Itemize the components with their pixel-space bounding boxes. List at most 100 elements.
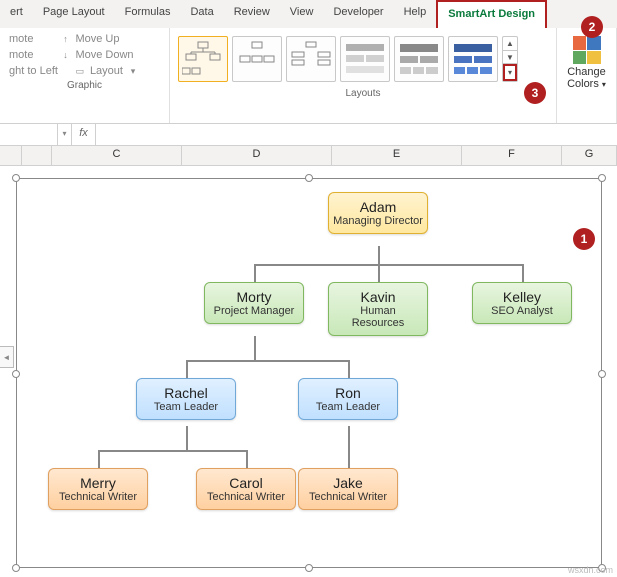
ribbon-tabs: ert Page Layout Formulas Data Review Vie…	[0, 0, 617, 28]
node-role: Human Resources	[333, 305, 423, 329]
demote-button[interactable]: mote	[6, 48, 36, 62]
connector	[246, 450, 248, 468]
arrow-up-icon: ↑	[59, 33, 71, 45]
layout-thumb-1[interactable]	[178, 36, 228, 82]
node-name: Rachel	[141, 385, 231, 401]
connector	[186, 360, 188, 378]
col-header-b[interactable]	[22, 146, 52, 165]
connector	[98, 450, 100, 468]
gallery-scroll-up[interactable]: ▲	[503, 37, 517, 51]
ribbon-group-colors: Change Colors ▾	[557, 28, 617, 123]
name-box[interactable]	[0, 124, 58, 145]
layout-thumb-4[interactable]	[340, 36, 390, 82]
node-name: Kelley	[477, 289, 567, 305]
tab-formulas[interactable]: Formulas	[115, 0, 181, 28]
node-name: Merry	[53, 475, 143, 491]
node-ron[interactable]: Ron Team Leader	[298, 378, 398, 420]
annotation-3: 3	[524, 82, 546, 104]
tab-help[interactable]: Help	[394, 0, 437, 28]
node-role: Team Leader	[303, 401, 393, 413]
layout-thumb-3[interactable]	[286, 36, 336, 82]
node-name: Morty	[209, 289, 299, 305]
chevron-down-icon: ▾	[127, 65, 139, 77]
node-name: Ron	[303, 385, 393, 401]
col-header-d[interactable]: D	[182, 146, 332, 165]
tab-review[interactable]: Review	[224, 0, 280, 28]
node-kavin[interactable]: Kavin Human Resources	[328, 282, 428, 336]
layout-button[interactable]: ▭Layout▾	[71, 64, 142, 78]
layouts-gallery: ▲ ▼ ▾	[176, 32, 550, 86]
node-role: Project Manager	[209, 305, 299, 317]
connector	[186, 360, 350, 362]
node-name: Kavin	[333, 289, 423, 305]
connector	[254, 336, 256, 360]
connector	[186, 426, 188, 450]
ribbon-body: mote ↑Move Up mote ↓Move Down ght to Lef…	[0, 28, 617, 124]
node-role: Technical Writer	[53, 491, 143, 503]
node-kelley[interactable]: Kelley SEO Analyst	[472, 282, 572, 324]
rtl-button[interactable]: ght to Left	[6, 64, 61, 78]
node-name: Jake	[303, 475, 393, 491]
layout-thumb-5[interactable]	[394, 36, 444, 82]
node-carol[interactable]: Carol Technical Writer	[196, 468, 296, 510]
node-role: Technical Writer	[303, 491, 393, 503]
connector	[522, 264, 524, 282]
arrow-down-icon: ↓	[59, 49, 71, 61]
group-label-graphic: Graphic	[6, 78, 163, 91]
connector	[98, 450, 248, 452]
tab-view[interactable]: View	[280, 0, 324, 28]
gallery-scroll-down[interactable]: ▼	[503, 51, 517, 65]
sheet-area[interactable]: ◄ 1 Adam Managing Director Morty Project…	[0, 166, 617, 577]
node-name: Adam	[333, 199, 423, 215]
connector	[378, 246, 380, 264]
node-jake[interactable]: Jake Technical Writer	[298, 468, 398, 510]
move-up-button[interactable]: ↑Move Up	[56, 32, 122, 46]
node-adam[interactable]: Adam Managing Director	[328, 192, 428, 234]
node-role: SEO Analyst	[477, 305, 567, 317]
tab-page-layout[interactable]: Page Layout	[33, 0, 115, 28]
org-chart[interactable]: Adam Managing Director Morty Project Man…	[0, 166, 617, 577]
formula-input[interactable]	[96, 124, 617, 145]
watermark: wsxdn.com	[568, 565, 613, 575]
node-role: Technical Writer	[201, 491, 291, 503]
node-name: Carol	[201, 475, 291, 491]
ribbon-group-graphic: mote ↑Move Up mote ↓Move Down ght to Lef…	[0, 28, 170, 123]
connector	[254, 264, 524, 266]
node-rachel[interactable]: Rachel Team Leader	[136, 378, 236, 420]
ribbon-group-layouts: ▲ ▼ ▾ Layouts	[170, 28, 557, 123]
annotation-1: 1	[573, 228, 595, 250]
tab-developer[interactable]: Developer	[323, 0, 393, 28]
annotation-2: 2	[581, 16, 603, 38]
connector	[254, 264, 256, 282]
layout-icon: ▭	[74, 65, 86, 77]
select-all-corner[interactable]	[0, 146, 22, 165]
formula-bar: ▾ fx	[0, 124, 617, 146]
node-role: Managing Director	[333, 215, 423, 227]
col-header-f[interactable]: F	[462, 146, 562, 165]
name-box-dropdown[interactable]: ▾	[58, 124, 72, 145]
change-colors-icon	[573, 36, 601, 64]
layout-thumb-6[interactable]	[448, 36, 498, 82]
gallery-more-button[interactable]: ▾	[503, 64, 517, 81]
node-role: Team Leader	[141, 401, 231, 413]
group-label-layouts: Layouts	[176, 86, 550, 99]
gallery-scroll: ▲ ▼ ▾	[502, 36, 518, 82]
move-down-button[interactable]: ↓Move Down	[56, 48, 136, 62]
promote-button[interactable]: mote	[6, 32, 36, 46]
node-morty[interactable]: Morty Project Manager	[204, 282, 304, 324]
fx-label[interactable]: fx	[72, 124, 96, 145]
tab-insert[interactable]: ert	[0, 0, 33, 28]
connector	[348, 426, 350, 468]
col-header-c[interactable]: C	[52, 146, 182, 165]
change-colors-button[interactable]: Change Colors ▾	[563, 32, 610, 94]
chevron-down-icon: ▾	[602, 80, 606, 89]
connector	[348, 360, 350, 378]
node-merry[interactable]: Merry Technical Writer	[48, 468, 148, 510]
col-header-e[interactable]: E	[332, 146, 462, 165]
tab-smartart-design[interactable]: SmartArt Design	[436, 0, 547, 28]
col-header-g[interactable]: G	[562, 146, 617, 165]
layout-thumb-2[interactable]	[232, 36, 282, 82]
tab-data[interactable]: Data	[180, 0, 223, 28]
connector	[378, 264, 380, 282]
column-headers: C D E F G	[0, 146, 617, 166]
